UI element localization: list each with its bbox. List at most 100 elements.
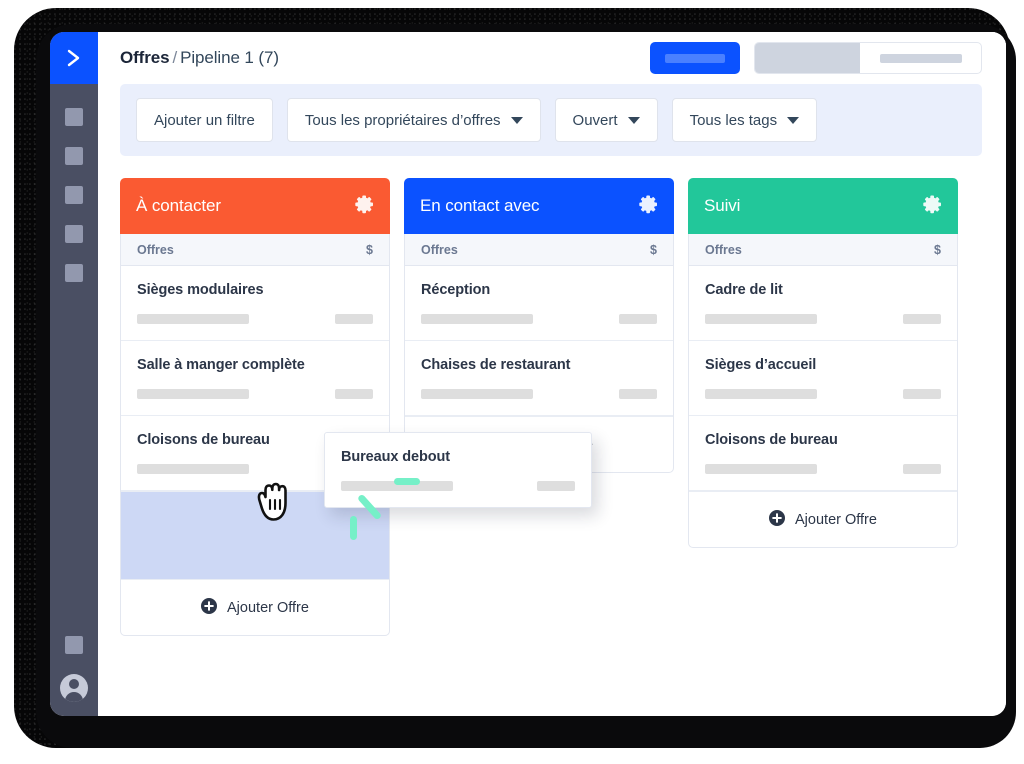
kanban-column-en-contact-avec: En contact avec Offres $ xyxy=(404,178,674,473)
add-deal-label: Ajouter Offre xyxy=(795,512,877,528)
deal-card[interactable]: Réception xyxy=(405,266,673,341)
tags-filter[interactable]: Tous les tags xyxy=(672,98,818,142)
skeleton-bar xyxy=(705,464,817,474)
sidebar-logo[interactable] xyxy=(50,32,98,84)
filter-bar: Ajouter un filtre Tous les propriétaires… xyxy=(120,84,982,156)
skeleton-bar xyxy=(903,464,941,474)
sidebar-item-3[interactable] xyxy=(65,186,83,204)
deal-card-meta xyxy=(137,389,373,399)
deal-card-meta xyxy=(421,314,657,324)
sidebar-item-1[interactable] xyxy=(65,108,83,126)
top-bar: Offres/Pipeline 1 (7) xyxy=(98,32,1006,84)
deal-card[interactable]: Sièges modulaires xyxy=(121,266,389,341)
sidebar-bottom-group xyxy=(60,615,88,716)
plus-circle-icon xyxy=(769,510,785,530)
avatar-head xyxy=(69,679,79,689)
column-amount-label: $ xyxy=(366,243,373,257)
deal-card-meta xyxy=(705,314,941,324)
add-deal-label: Ajouter Offre xyxy=(227,600,309,616)
chevron-down-icon xyxy=(787,117,799,124)
deal-card[interactable]: Salle à manger complète xyxy=(121,341,389,416)
breadcrumb: Offres/Pipeline 1 (7) xyxy=(120,48,279,68)
skeleton-bar xyxy=(335,389,373,399)
skeleton-bar xyxy=(705,314,817,324)
column-title: À contacter xyxy=(136,196,221,216)
main-content: Offres/Pipeline 1 (7) Ajouter xyxy=(98,32,1006,716)
sidebar-settings-item[interactable] xyxy=(65,636,83,654)
skeleton-bar xyxy=(665,54,725,63)
column-amount-label: $ xyxy=(650,243,657,257)
kanban-board: À contacter Offres $ xyxy=(98,156,1006,716)
deal-card-meta xyxy=(705,389,941,399)
deal-card-title: Salle à manger complète xyxy=(137,357,373,373)
skeleton-bar xyxy=(335,314,373,324)
add-deal-button[interactable]: Ajouter Offre xyxy=(121,579,389,635)
deal-card[interactable]: Chaises de restaurant xyxy=(405,341,673,416)
column-subheader: Offres $ xyxy=(688,234,958,266)
column-header: Suivi xyxy=(688,178,958,234)
dragged-deal-card-title: Bureaux debout xyxy=(341,449,575,465)
column-subheader: Offres $ xyxy=(120,234,390,266)
gear-icon[interactable] xyxy=(922,194,942,219)
breadcrumb-separator: / xyxy=(172,48,177,67)
status-filter[interactable]: Ouvert xyxy=(555,98,658,142)
column-title: En contact avec xyxy=(420,196,539,216)
add-deal-button[interactable]: Ajouter Offre xyxy=(689,491,957,547)
breadcrumb-pipeline[interactable]: Pipeline 1 (7) xyxy=(180,48,279,67)
deal-card-title: Sièges d’accueil xyxy=(705,357,941,373)
deal-card-title: Sièges modulaires xyxy=(137,282,373,298)
sidebar-item-2[interactable] xyxy=(65,147,83,165)
user-avatar-icon[interactable] xyxy=(60,674,88,702)
top-bar-actions xyxy=(650,42,982,74)
tags-filter-label: Tous les tags xyxy=(690,112,778,129)
kanban-column-a-contacter: À contacter Offres $ xyxy=(120,178,390,636)
skeleton-bar xyxy=(903,389,941,399)
column-title: Suivi xyxy=(704,196,740,216)
gear-icon[interactable] xyxy=(638,194,658,219)
deal-card-meta xyxy=(421,389,657,399)
deal-card[interactable]: Cloisons de bureau xyxy=(689,416,957,491)
deal-card-title: Chaises de restaurant xyxy=(421,357,657,373)
breadcrumb-section[interactable]: Offres xyxy=(120,48,169,67)
add-filter-label: Ajouter un filtre xyxy=(154,112,255,129)
column-deals-label: Offres xyxy=(421,243,458,257)
column-subheader: Offres $ xyxy=(404,234,674,266)
deal-card[interactable]: Sièges d’accueil xyxy=(689,341,957,416)
skeleton-bar xyxy=(880,54,962,63)
add-filter-button[interactable]: Ajouter un filtre xyxy=(136,98,273,142)
grabbing-hand-cursor xyxy=(252,476,298,531)
split-button-right[interactable] xyxy=(860,43,981,73)
drag-motion-dash-left xyxy=(350,516,357,540)
status-filter-label: Ouvert xyxy=(573,112,618,129)
column-amount-label: $ xyxy=(934,243,941,257)
sidebar-item-5[interactable] xyxy=(65,264,83,282)
deal-card-title: Réception xyxy=(421,282,657,298)
deal-owner-filter[interactable]: Tous les propriétaires d’offres xyxy=(287,98,541,142)
skeleton-bar xyxy=(137,464,249,474)
avatar-body xyxy=(65,692,83,702)
skeleton-bar xyxy=(421,389,533,399)
skeleton-bar xyxy=(619,314,657,324)
drag-motion-dash-top xyxy=(394,478,420,485)
split-button-left[interactable] xyxy=(755,43,860,73)
column-deals-label: Offres xyxy=(137,243,174,257)
deal-card-meta xyxy=(137,314,373,324)
kanban-column-suivi: Suivi Offres $ xyxy=(688,178,958,548)
column-header: À contacter xyxy=(120,178,390,234)
dragged-deal-card-meta xyxy=(341,481,575,491)
secondary-split-button[interactable] xyxy=(754,42,982,74)
column-body: Cadre de lit Sièges d’accueil xyxy=(688,266,958,548)
deal-card-title: Cadre de lit xyxy=(705,282,941,298)
plus-circle-icon xyxy=(201,598,217,618)
skeleton-bar xyxy=(137,389,249,399)
gear-icon[interactable] xyxy=(354,194,374,219)
skeleton-bar xyxy=(537,481,575,491)
sidebar-item-4[interactable] xyxy=(65,225,83,243)
column-header: En contact avec xyxy=(404,178,674,234)
deal-card-meta xyxy=(705,464,941,474)
deal-card-title: Cloisons de bureau xyxy=(705,432,941,448)
primary-action-button[interactable] xyxy=(650,42,740,74)
skeleton-bar xyxy=(903,314,941,324)
deal-card[interactable]: Cadre de lit xyxy=(689,266,957,341)
chevron-right-logo-icon xyxy=(63,47,85,69)
